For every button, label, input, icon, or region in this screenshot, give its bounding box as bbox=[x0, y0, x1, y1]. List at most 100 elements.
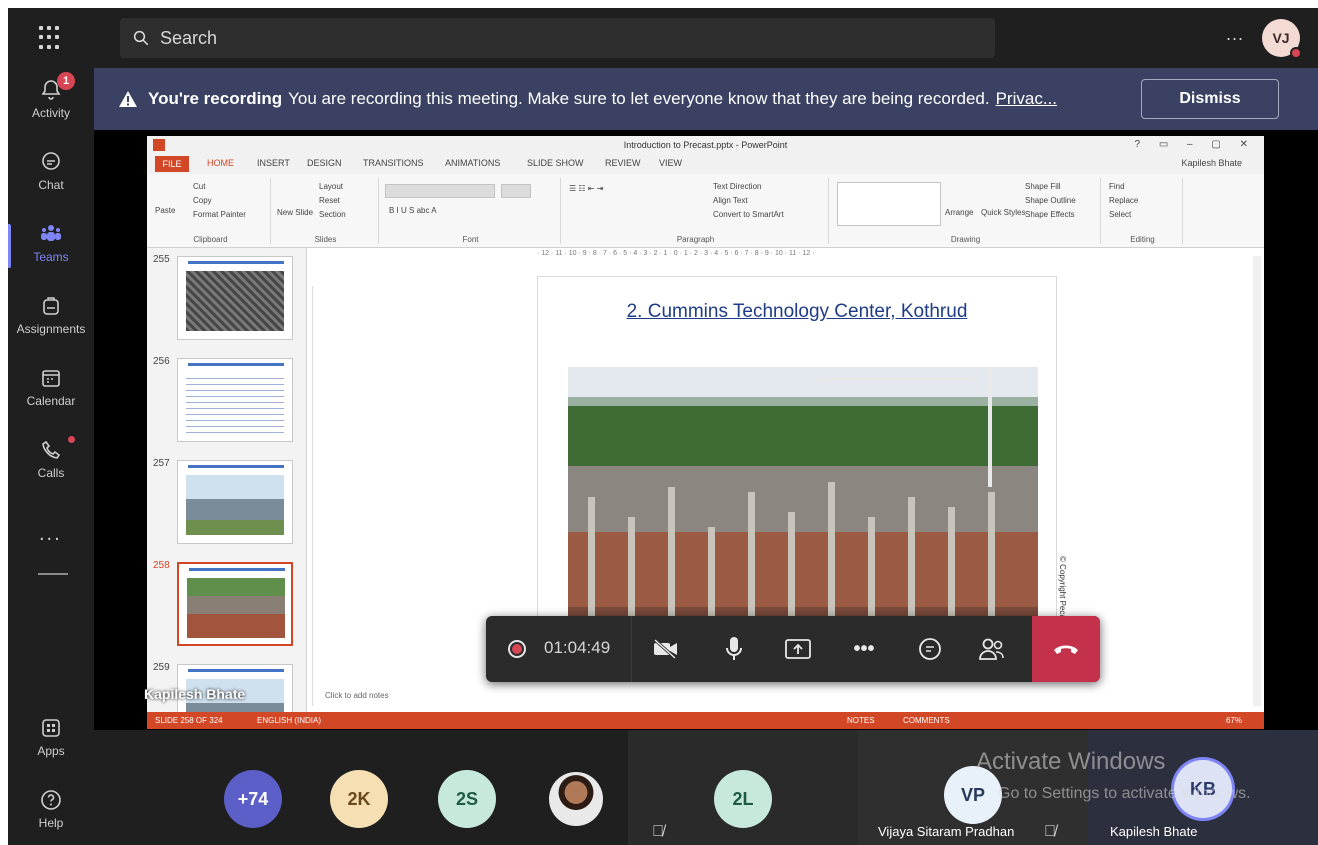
mic-off-icon: 🎙̸ bbox=[1044, 823, 1056, 840]
tab-transitions[interactable]: TRANSITIONS bbox=[363, 158, 424, 168]
font-name-box[interactable] bbox=[385, 184, 495, 198]
chat-icon bbox=[42, 152, 60, 170]
language-indicator[interactable]: ENGLISH (INDIA) bbox=[257, 712, 321, 729]
microphone-button[interactable] bbox=[718, 633, 750, 665]
list-icons[interactable]: ☰ ☷ ⇤ ⇥ bbox=[569, 184, 603, 193]
notes-placeholder[interactable]: Click to add notes bbox=[325, 691, 389, 700]
dismiss-button[interactable]: Dismiss bbox=[1141, 79, 1279, 119]
slide-canvas[interactable]: 2. Cummins Technology Center, Kothrud bbox=[537, 276, 1057, 667]
participant-tile[interactable]: 2L 🎙̸ bbox=[628, 730, 858, 845]
notes-button[interactable]: NOTES bbox=[847, 712, 875, 729]
rail-item-activity[interactable]: 1 Activity bbox=[8, 70, 94, 134]
vertical-ruler bbox=[312, 286, 324, 706]
participant-avatars: +74 2K 2S bbox=[94, 730, 628, 845]
font-label: Font bbox=[462, 235, 479, 244]
section-button[interactable]: Section bbox=[319, 210, 346, 219]
shape-effects-button[interactable]: Shape Effects bbox=[1025, 210, 1075, 219]
ppt-ribbon: Paste Cut Copy Format Painter Clipboard … bbox=[147, 174, 1264, 248]
camera-button[interactable] bbox=[650, 633, 682, 665]
tab-design[interactable]: DESIGN bbox=[307, 158, 342, 168]
shape-outline-button[interactable]: Shape Outline bbox=[1025, 196, 1076, 205]
cut-button[interactable]: Cut bbox=[193, 182, 205, 191]
smartart-button[interactable]: Convert to SmartArt bbox=[713, 210, 784, 219]
rail-item-calendar[interactable]: Calendar bbox=[8, 358, 94, 422]
participants-button[interactable] bbox=[976, 633, 1008, 665]
shapes-gallery[interactable] bbox=[837, 182, 941, 226]
more-actions-icon[interactable]: ••• bbox=[848, 633, 880, 665]
tab-home[interactable]: HOME bbox=[207, 158, 234, 168]
activation-watermark-title: Activate Windows bbox=[976, 748, 1166, 775]
participant-avatar[interactable]: 2K bbox=[330, 770, 388, 828]
app-rail: 1 Activity Chat Teams Assignments Calend… bbox=[8, 8, 94, 845]
search-input[interactable]: Search bbox=[160, 28, 217, 49]
font-size-box[interactable] bbox=[501, 184, 531, 198]
window-controls-icon: ? ▭ – ▢ ✕ bbox=[1134, 139, 1256, 150]
meeting-controls: 01:04:49 ••• bbox=[486, 616, 1100, 682]
select-button[interactable]: Select bbox=[1109, 210, 1131, 219]
text-direction-button[interactable]: Text Direction bbox=[713, 182, 761, 191]
paste-button[interactable]: Paste bbox=[155, 206, 175, 215]
search-box[interactable]: Search bbox=[120, 18, 995, 58]
ppt-user-name[interactable]: Kapilesh Bhate bbox=[1181, 158, 1242, 168]
align-text-button[interactable]: Align Text bbox=[713, 196, 748, 205]
tab-animations[interactable]: ANIMATIONS bbox=[445, 158, 500, 168]
tab-slide-show[interactable]: SLIDE SHOW bbox=[527, 158, 584, 168]
rail-item-apps[interactable]: Apps bbox=[8, 708, 94, 772]
hang-up-button[interactable] bbox=[1032, 616, 1100, 682]
more-options-button[interactable]: ... bbox=[1226, 24, 1244, 45]
find-button[interactable]: Find bbox=[1109, 182, 1125, 191]
powerpoint-logo-icon bbox=[153, 139, 165, 151]
rail-separator bbox=[38, 573, 68, 575]
privacy-link[interactable]: Privac... bbox=[996, 89, 1057, 109]
font-group: B I U S abc A Font bbox=[381, 178, 561, 244]
replace-button[interactable]: Replace bbox=[1109, 196, 1138, 205]
rail-item-help[interactable]: Help bbox=[8, 780, 94, 844]
rail-item-teams[interactable]: Teams bbox=[8, 214, 94, 278]
thumb-number: 256 bbox=[153, 356, 170, 367]
zoom-level[interactable]: 67% bbox=[1226, 712, 1242, 729]
reset-button[interactable]: Reset bbox=[319, 196, 340, 205]
copy-button[interactable]: Copy bbox=[193, 196, 212, 205]
tab-view[interactable]: VIEW bbox=[659, 158, 682, 168]
slide-thumbnail[interactable] bbox=[177, 460, 293, 544]
ppt-ribbon-tabs: FILE HOME INSERT DESIGN TRANSITIONS ANIM… bbox=[147, 154, 1264, 174]
tab-file[interactable]: FILE bbox=[155, 156, 189, 172]
top-bar: Search ... VJ bbox=[94, 8, 1318, 68]
ppt-status-bar: SLIDE 258 OF 324 ENGLISH (INDIA) NOTES C… bbox=[147, 712, 1264, 729]
tab-insert[interactable]: INSERT bbox=[257, 158, 290, 168]
rail-item-assignments[interactable]: Assignments bbox=[8, 286, 94, 350]
ppt-title-bar: Introduction to Precast.pptx - PowerPoin… bbox=[147, 136, 1264, 154]
new-slide-button[interactable]: New Slide bbox=[277, 208, 313, 217]
thumb-number: 255 bbox=[153, 254, 170, 265]
tab-review[interactable]: REVIEW bbox=[605, 158, 641, 168]
arrange-button[interactable]: Arrange bbox=[945, 208, 973, 217]
font-format-icons[interactable]: B I U S abc A bbox=[389, 206, 437, 215]
warning-icon bbox=[119, 91, 137, 107]
slide-thumbnail-selected[interactable] bbox=[177, 562, 293, 646]
recording-message: You are recording this meeting. Make sur… bbox=[288, 89, 990, 108]
rail-item-label: Apps bbox=[37, 744, 65, 758]
participant-avatar[interactable]: 2S bbox=[438, 770, 496, 828]
slide-thumbnail[interactable] bbox=[177, 256, 293, 340]
rail-item-chat[interactable]: Chat bbox=[8, 142, 94, 206]
share-screen-button[interactable] bbox=[782, 633, 814, 665]
slide-thumbnail[interactable] bbox=[177, 358, 293, 442]
mic-off-icon: 🎙̸ bbox=[652, 823, 664, 840]
more-participants-avatar[interactable]: +74 bbox=[224, 770, 282, 828]
chat-button[interactable] bbox=[914, 633, 946, 665]
slides-label: Slides bbox=[314, 235, 337, 244]
vertical-scrollbar[interactable] bbox=[1253, 256, 1261, 706]
editing-group: Find Replace Select Editing bbox=[1103, 178, 1183, 244]
teams-icon bbox=[41, 225, 61, 241]
rail-item-calls[interactable]: Calls bbox=[8, 430, 94, 494]
app-launcher-icon[interactable] bbox=[39, 26, 63, 50]
layout-button[interactable]: Layout bbox=[319, 182, 343, 191]
comments-button[interactable]: COMMENTS bbox=[903, 712, 950, 729]
quick-styles-button[interactable]: Quick Styles bbox=[981, 208, 1025, 217]
clipboard-label: Clipboard bbox=[193, 235, 228, 244]
participant-photo-avatar[interactable] bbox=[549, 772, 603, 826]
shape-fill-button[interactable]: Shape Fill bbox=[1025, 182, 1061, 191]
more-apps-button[interactable]: ... bbox=[39, 523, 62, 546]
share-screen-icon bbox=[785, 639, 811, 659]
format-painter-button[interactable]: Format Painter bbox=[193, 210, 246, 219]
